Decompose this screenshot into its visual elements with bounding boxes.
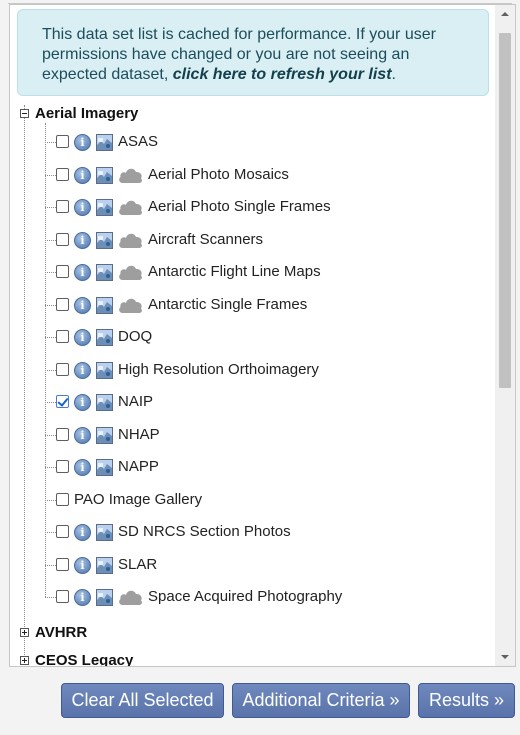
info-icon[interactable]: i — [74, 232, 91, 249]
scrollbar-thumb[interactable] — [499, 33, 511, 388]
category-label-ceos-legacy[interactable]: CEOS Legacy — [35, 652, 133, 666]
cloud-icon — [118, 264, 143, 281]
dataset-checkbox-pao-image-gallery[interactable] — [56, 493, 69, 506]
cloud-icon — [118, 167, 143, 184]
info-icon[interactable]: i — [74, 524, 91, 541]
dataset-tree: This data set list is cached for perform… — [10, 5, 495, 666]
dataset-checkbox-antarctic-single-frames[interactable] — [56, 298, 69, 311]
dataset-label-antarctic-single-frames[interactable]: Antarctic Single Frames — [148, 296, 307, 314]
map-preview-icon[interactable] — [96, 297, 113, 314]
category-label-aerial-imagery[interactable]: Aerial Imagery — [35, 105, 138, 123]
info-icon[interactable]: i — [74, 427, 91, 444]
dataset-label-aerial-photo-mosaics[interactable]: Aerial Photo Mosaics — [148, 166, 289, 184]
cloud-icon — [118, 199, 143, 216]
dataset-label-antarctic-flight-line-maps[interactable]: Antarctic Flight Line Maps — [148, 263, 321, 281]
info-icon[interactable]: i — [74, 167, 91, 184]
dataset-checkbox-antarctic-flight-line-maps[interactable] — [56, 265, 69, 278]
scroll-up-arrow-icon[interactable] — [495, 5, 515, 22]
map-preview-icon[interactable] — [96, 524, 113, 541]
dataset-checkbox-space-acquired-photography[interactable] — [56, 590, 69, 603]
info-icon[interactable]: i — [74, 329, 91, 346]
map-preview-icon[interactable] — [96, 264, 113, 281]
dataset-label-space-acquired-photography[interactable]: Space Acquired Photography — [148, 588, 342, 606]
info-icon[interactable]: i — [74, 362, 91, 379]
map-preview-icon[interactable] — [96, 589, 113, 606]
info-icon[interactable]: i — [74, 589, 91, 606]
map-preview-icon[interactable] — [96, 134, 113, 151]
cloud-icon — [118, 232, 143, 249]
dataset-checkbox-sd-nrcs-section-photos[interactable] — [56, 525, 69, 538]
expand-collapse-icon[interactable] — [20, 628, 29, 637]
info-icon[interactable]: i — [74, 394, 91, 411]
cloud-icon — [118, 297, 143, 314]
dataset-label-slar[interactable]: SLAR — [118, 556, 157, 574]
expand-collapse-icon[interactable] — [20, 109, 29, 118]
dataset-label-aircraft-scanners[interactable]: Aircraft Scanners — [148, 231, 263, 249]
dataset-label-naip[interactable]: NAIP — [118, 393, 153, 411]
info-icon[interactable]: i — [74, 459, 91, 476]
additional-criteria-button[interactable]: Additional Criteria » — [232, 683, 410, 718]
map-preview-icon[interactable] — [96, 167, 113, 184]
dataset-checkbox-aerial-photo-mosaics[interactable] — [56, 168, 69, 181]
map-preview-icon[interactable] — [96, 232, 113, 249]
map-preview-icon[interactable] — [96, 459, 113, 476]
map-preview-icon[interactable] — [96, 394, 113, 411]
category-label-avhrr[interactable]: AVHRR — [35, 624, 87, 642]
expand-collapse-icon[interactable] — [20, 656, 29, 665]
dataset-checkbox-napp[interactable] — [56, 460, 69, 473]
dataset-label-asas[interactable]: ASAS — [118, 133, 158, 151]
dataset-checkbox-nhap[interactable] — [56, 428, 69, 441]
tree-branch-line — [45, 123, 46, 597]
scroll-down-arrow-icon[interactable] — [495, 649, 515, 666]
dataset-checkbox-high-resolution-orthoimagery[interactable] — [56, 363, 69, 376]
map-preview-icon[interactable] — [96, 557, 113, 574]
dataset-label-napp[interactable]: NAPP — [118, 458, 159, 476]
map-preview-icon[interactable] — [96, 199, 113, 216]
dataset-checkbox-doq[interactable] — [56, 330, 69, 343]
info-icon[interactable]: i — [74, 264, 91, 281]
dataset-label-doq[interactable]: DOQ — [118, 328, 152, 346]
dataset-list-panel: This data set list is cached for perform… — [9, 4, 516, 667]
clear-all-selected-button[interactable]: Clear All Selected — [61, 683, 224, 718]
tree-root-line — [24, 105, 25, 665]
dataset-checkbox-aerial-photo-single-frames[interactable] — [56, 200, 69, 213]
map-preview-icon[interactable] — [96, 362, 113, 379]
info-icon[interactable]: i — [74, 297, 91, 314]
cache-notice: This data set list is cached for perform… — [17, 9, 489, 96]
dataset-checkbox-naip[interactable] — [56, 395, 69, 408]
map-preview-icon[interactable] — [96, 427, 113, 444]
dataset-checkbox-slar[interactable] — [56, 558, 69, 571]
dataset-label-nhap[interactable]: NHAP — [118, 426, 160, 444]
dataset-checkbox-asas[interactable] — [56, 135, 69, 148]
cache-notice-suffix: . — [391, 66, 396, 83]
vertical-scrollbar[interactable] — [495, 5, 515, 666]
dataset-label-sd-nrcs-section-photos[interactable]: SD NRCS Section Photos — [118, 523, 291, 541]
dataset-label-aerial-photo-single-frames[interactable]: Aerial Photo Single Frames — [148, 198, 331, 216]
info-icon[interactable]: i — [74, 557, 91, 574]
refresh-list-link[interactable]: click here to refresh your list — [173, 66, 392, 83]
dataset-label-pao-image-gallery[interactable]: PAO Image Gallery — [74, 491, 202, 509]
cloud-icon — [118, 589, 143, 606]
dataset-checkbox-aircraft-scanners[interactable] — [56, 233, 69, 246]
dataset-label-high-resolution-orthoimagery[interactable]: High Resolution Orthoimagery — [118, 361, 319, 379]
info-icon[interactable]: i — [74, 199, 91, 216]
info-icon[interactable]: i — [74, 134, 91, 151]
map-preview-icon[interactable] — [96, 329, 113, 346]
results-button[interactable]: Results » — [418, 683, 515, 718]
